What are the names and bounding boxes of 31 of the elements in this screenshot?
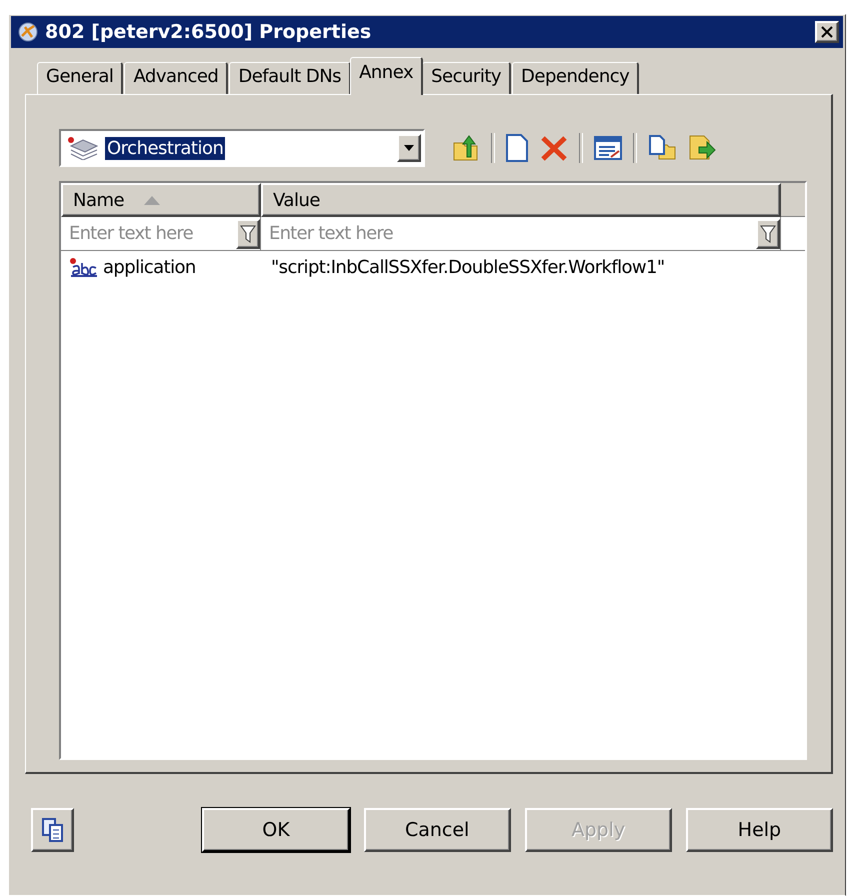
- table-cell: application: [61, 251, 261, 284]
- dialog-button[interactable]: OK: [202, 808, 350, 852]
- window-title: 802 [peterv2:6500] Properties: [45, 21, 372, 43]
- filter-field[interactable]: Enter text here: [261, 223, 756, 244]
- copy-icon[interactable]: [40, 817, 65, 843]
- dialog-button[interactable]: Help: [686, 808, 834, 852]
- tab[interactable]: Default DNs: [229, 62, 352, 94]
- delete-icon[interactable]: [539, 133, 569, 163]
- dialog-button[interactable]: Cancel: [364, 808, 511, 852]
- filter-icon[interactable]: [760, 224, 776, 242]
- tab[interactable]: Security: [422, 62, 512, 94]
- filter-field[interactable]: Enter text here: [61, 223, 236, 244]
- layers-icon: [67, 136, 99, 160]
- tab[interactable]: General: [37, 62, 124, 94]
- filter-icon[interactable]: [240, 224, 256, 242]
- tab[interactable]: Annex: [350, 57, 424, 95]
- sort-arrow-icon: [144, 196, 160, 204]
- dropdown-arrow-icon[interactable]: [404, 145, 414, 151]
- tab[interactable]: Dependency: [512, 62, 640, 94]
- close-button[interactable]: [815, 21, 839, 43]
- copy-button[interactable]: [31, 808, 74, 852]
- app-icon: [17, 21, 39, 43]
- string-type-icon: [69, 258, 99, 278]
- column-header[interactable]: Name: [61, 183, 261, 217]
- edit-window-icon[interactable]: [593, 133, 623, 163]
- table-cell-text: "script:InbCallSSXfer.DoubleSSXfer.Workflow1": [270, 256, 666, 280]
- section-dropdown[interactable]: Orchestration: [59, 129, 425, 167]
- column-header[interactable]: Value: [261, 183, 781, 217]
- new-document-icon[interactable]: [505, 133, 529, 163]
- tab[interactable]: Advanced: [124, 62, 228, 94]
- close-icon[interactable]: [821, 26, 833, 38]
